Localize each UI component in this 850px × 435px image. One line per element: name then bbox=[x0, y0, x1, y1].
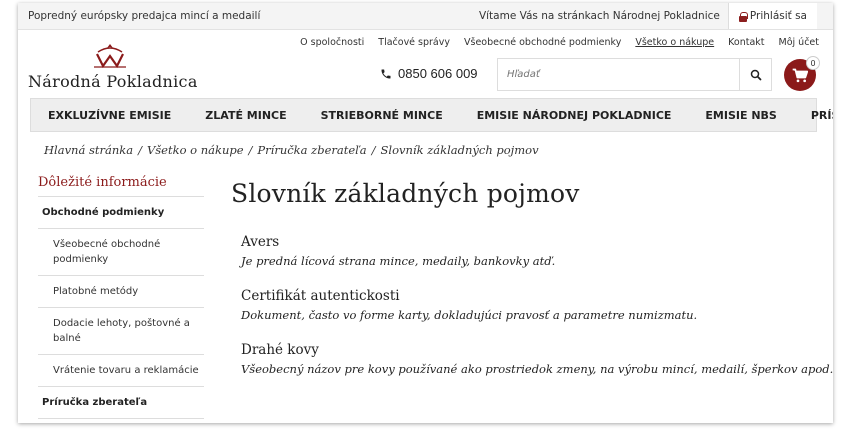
header: Národná Pokladnica O spoločnosti Tlačové… bbox=[18, 30, 833, 95]
sidebar-section-terms[interactable]: Obchodné podmienky bbox=[38, 197, 204, 229]
term-name: Certifikát autentickosti bbox=[241, 288, 400, 304]
tagline: Popredný európsky predajca mincí a medai… bbox=[28, 10, 261, 22]
nav-item-silver-coins[interactable]: STRIEBORNÉ MINCE bbox=[321, 109, 443, 122]
search-input[interactable] bbox=[498, 59, 739, 90]
main-nav: EXKLUZÍVNE EMISIE ZLATÉ MINCE STRIEBORNÉ… bbox=[30, 98, 833, 132]
breadcrumb-separator: / bbox=[371, 143, 376, 157]
breadcrumb-home[interactable]: Hlavná stránka bbox=[44, 143, 133, 157]
nav-item-exclusive[interactable]: EXKLUZÍVNE EMISIE bbox=[48, 109, 171, 122]
search-bar bbox=[497, 58, 772, 91]
phone-icon bbox=[381, 69, 391, 78]
sidebar-title: Dôležité informácie bbox=[38, 175, 204, 197]
term-name: Drahé kovy bbox=[241, 342, 319, 358]
cart-button[interactable]: 0 bbox=[784, 56, 820, 91]
term-item: Avers Je predná lícová strana mince, med… bbox=[241, 234, 821, 268]
term-description: Je predná lícová strana mince, medaily, … bbox=[241, 254, 556, 268]
term-description: Všeobecný názov pre kovy používané ako p… bbox=[241, 362, 833, 376]
logo-emblem-icon bbox=[94, 44, 126, 69]
search-button[interactable] bbox=[739, 59, 771, 90]
term-name: Avers bbox=[241, 234, 280, 250]
cart-count-badge: 0 bbox=[806, 56, 820, 70]
phone-text: 0850 606 009 bbox=[398, 66, 478, 81]
nav-item-nbs[interactable]: EMISIE NBS bbox=[705, 109, 776, 122]
main-content: Slovník základných pojmov Avers Je predn… bbox=[231, 179, 833, 376]
link-contact[interactable]: Kontakt bbox=[728, 37, 764, 48]
top-links: O spoločnosti Tlačové správy Všeobecné o… bbox=[300, 37, 819, 48]
search-icon bbox=[750, 69, 761, 80]
lock-icon bbox=[738, 11, 748, 22]
breadcrumb-current: Slovník základných pojmov bbox=[380, 143, 539, 157]
breadcrumb-shopping[interactable]: Všetko o nákupe bbox=[147, 143, 244, 157]
login-button[interactable]: Prihlásiť sa bbox=[727, 3, 817, 29]
sidebar-item-payment[interactable]: Platobné metódy bbox=[38, 276, 204, 308]
term-item: Certifikát autentickosti Dokument, často… bbox=[241, 288, 821, 322]
browser-page: Popredný európsky predajca mincí a medai… bbox=[18, 3, 833, 423]
logo-text: Národná Pokladnica bbox=[28, 72, 198, 91]
nav-item-gold-coins[interactable]: ZLATÉ MINCE bbox=[205, 109, 286, 122]
sidebar-item-delivery[interactable]: Dodacie lehoty, poštovné a balné bbox=[38, 308, 204, 355]
term-item: Drahé kovy Všeobecný názov pre kovy použ… bbox=[241, 342, 833, 376]
sidebar: Dôležité informácie Obchodné podmienky V… bbox=[38, 175, 204, 419]
welcome-text: Vítame Vás na stránkach Národnej Pokladn… bbox=[478, 10, 720, 22]
term-description: Dokument, často vo forme karty, dokladuj… bbox=[241, 308, 698, 322]
top-bar: Popredný európsky predajca mincí a medai… bbox=[18, 3, 833, 30]
phone-number[interactable]: 0850 606 009 bbox=[380, 66, 478, 81]
link-press[interactable]: Tlačové správy bbox=[378, 37, 450, 48]
link-shopping-info[interactable]: Všetko o nákupe bbox=[635, 37, 714, 48]
login-label: Prihlásiť sa bbox=[749, 10, 807, 22]
breadcrumb-separator: / bbox=[248, 143, 253, 157]
nav-item-national-treasury[interactable]: EMISIE NÁRODNEJ POKLADNICE bbox=[477, 109, 672, 122]
breadcrumb-guide[interactable]: Príručka zberateľa bbox=[257, 143, 366, 157]
link-terms[interactable]: Všeobecné obchodné podmienky bbox=[464, 37, 621, 48]
sidebar-item-returns[interactable]: Vrátenie tovaru a reklamácie bbox=[38, 355, 204, 387]
link-my-account[interactable]: Môj účet bbox=[779, 37, 819, 48]
sidebar-item-general-terms[interactable]: Všeobecné obchodné podmienky bbox=[38, 229, 204, 276]
nav-item-accessories[interactable]: PRÍSLUŠENSTVO bbox=[811, 109, 833, 122]
cart-icon bbox=[792, 68, 808, 82]
link-about[interactable]: O spoločnosti bbox=[300, 37, 364, 48]
site-logo[interactable]: Národná Pokladnica bbox=[28, 42, 198, 92]
page-title: Slovník základných pojmov bbox=[231, 179, 580, 208]
sidebar-section-guide[interactable]: Príručka zberateľa bbox=[38, 387, 204, 419]
breadcrumb-separator: / bbox=[138, 143, 142, 157]
breadcrumb: Hlavná stránka / Všetko o nákupe / Príručka … bbox=[44, 143, 539, 157]
